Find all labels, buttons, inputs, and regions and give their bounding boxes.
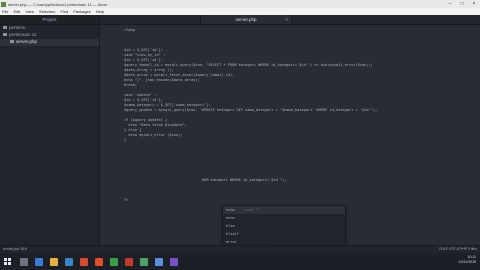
tree-folder[interactable]: pertemu: [0, 25, 99, 32]
maximize-button[interactable]: □: [456, 0, 468, 8]
autocomplete-popup: echo echo ""; echo - - - - - - - - - - - -…: [222, 205, 346, 245]
title-bar: server.php — C:\xampp\htdocs\1.pertemuan…: [0, 0, 480, 8]
excel-icon[interactable]: [110, 257, 118, 266]
status-left: server.php 18:6: [3, 247, 28, 251]
windows-icon: [3, 258, 11, 265]
office-icon[interactable]: [80, 257, 88, 266]
code-line: ?>: [124, 198, 129, 202]
taskbar: 10:11 10/11/2019: [0, 253, 480, 270]
explorer-icon[interactable]: [50, 257, 58, 266]
folder-icon: [3, 33, 7, 37]
close-button[interactable]: ×: [468, 0, 480, 8]
autocomplete-item[interactable]: error - - - - -: [223, 238, 345, 245]
tree-file[interactable]: server.php: [0, 39, 99, 46]
app-icon[interactable]: [95, 257, 103, 266]
menu-selection[interactable]: Selection: [39, 9, 55, 14]
code-lines: <?php $id = $_GET['id']; case "view_by_id"…: [124, 28, 474, 203]
folder-icon: [3, 26, 7, 30]
chrome-icon[interactable]: [155, 257, 163, 266]
menu-find[interactable]: Find: [60, 9, 68, 14]
line-gutter: [100, 25, 122, 245]
tab-server-php[interactable]: server.php ×: [200, 15, 292, 24]
menu-help[interactable]: Help: [96, 9, 104, 14]
minimize-button[interactable]: –: [444, 0, 456, 8]
autocomplete-item[interactable]: else - - - - - - -: [223, 222, 345, 230]
autocomplete-item[interactable]: echo - - - - - - - - - - - - -: [223, 214, 345, 222]
project-tree: Project pertemu pertemuan 11 server.php: [0, 15, 100, 245]
tree-folder[interactable]: pertemuan 11: [0, 32, 99, 39]
autocomplete-item[interactable]: echo echo "";: [223, 206, 345, 214]
search-icon[interactable]: [20, 257, 28, 266]
file-icon: [10, 40, 14, 44]
edge-icon[interactable]: [35, 257, 43, 266]
tree-header[interactable]: Project: [0, 15, 99, 25]
menu-packages[interactable]: Packages: [73, 9, 91, 14]
menu-edit[interactable]: Edit: [13, 9, 20, 14]
app-icon[interactable]: [125, 257, 133, 266]
status-bar: server.php 18:6 CRLF UTF-8 PHP 0 files: [0, 245, 480, 253]
app-icon[interactable]: [170, 257, 178, 266]
menu-file[interactable]: File: [2, 9, 8, 14]
autocomplete-item[interactable]: elseif - - - - - - -: [223, 230, 345, 238]
tab-bar: server.php ×: [100, 15, 480, 25]
system-tray[interactable]: 10:11 10/11/2019: [459, 255, 476, 265]
status-right: CRLF UTF-8 PHP 0 files: [438, 247, 477, 251]
atom-icon: [1, 1, 6, 7]
clock-date: 10/11/2019: [458, 260, 476, 264]
atom-icon[interactable]: [140, 257, 148, 266]
close-tab-icon[interactable]: ×: [285, 15, 288, 24]
code-editor[interactable]: <?php $id = $_GET['id']; case "view_by_id"…: [100, 25, 480, 245]
store-icon[interactable]: [65, 257, 73, 266]
start-button[interactable]: [0, 253, 14, 270]
menu-view[interactable]: View: [25, 9, 34, 14]
window-title: server.php — C:\xampp\htdocs\1.pertemuan…: [8, 1, 108, 7]
